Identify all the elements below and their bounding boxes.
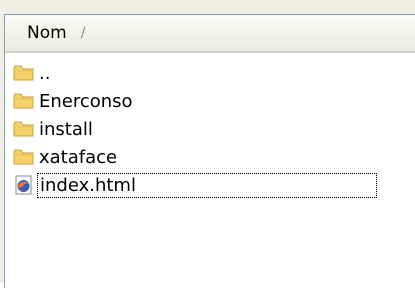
file-list: .. Enerconso install xataface index.html: [13, 59, 415, 199]
column-header-name[interactable]: Nom /: [5, 15, 415, 51]
file-list-panel: Nom / .. Enerconso install xataface inde…: [4, 14, 415, 288]
column-header-label: Nom: [27, 23, 67, 43]
list-item-install[interactable]: install: [13, 115, 415, 143]
file-name: ..: [39, 62, 51, 84]
folder-icon: [13, 93, 34, 109]
list-item-parent[interactable]: ..: [13, 59, 415, 87]
file-name: Enerconso: [39, 90, 133, 112]
firefox-html-icon: [15, 175, 32, 195]
folder-icon: [13, 149, 34, 165]
column-header-bar: Nom /: [5, 15, 415, 53]
file-name: install: [39, 118, 93, 140]
file-name: xataface: [39, 146, 118, 168]
list-item-enerconso[interactable]: Enerconso: [13, 87, 415, 115]
sort-indicator-icon: /: [80, 25, 86, 41]
file-name: index.html: [37, 172, 377, 198]
list-item-xataface[interactable]: xataface: [13, 143, 415, 171]
folder-icon: [13, 65, 34, 81]
list-item-index-html[interactable]: index.html: [13, 171, 415, 199]
folder-icon: [13, 121, 34, 137]
file-browser-window: Nom / .. Enerconso install xataface inde…: [0, 0, 415, 288]
